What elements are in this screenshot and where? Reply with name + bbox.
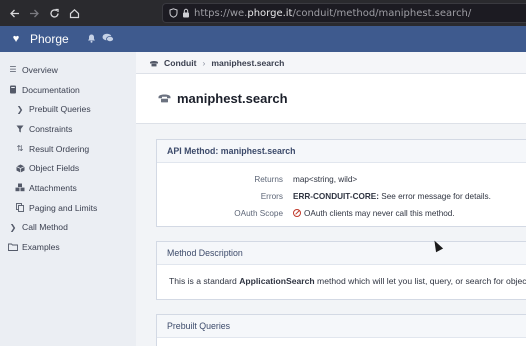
app-header: ♥ Phorge xyxy=(0,26,526,52)
errors-row: Errors ERR-CONDUIT-CORE: See error messa… xyxy=(157,188,526,205)
arrow-left-icon xyxy=(9,9,19,17)
lock-icon xyxy=(182,8,190,18)
errors-value: ERR-CONDUIT-CORE: See error message for … xyxy=(293,192,491,201)
forward-button[interactable] xyxy=(24,3,44,23)
chevron-right-icon: ❯ xyxy=(16,104,24,114)
sort-icon: ⇅ xyxy=(16,144,24,154)
filter-icon xyxy=(15,125,25,133)
url-path: /conduit/method/maniphest.search/ xyxy=(292,7,472,19)
app-name[interactable]: Phorge xyxy=(30,32,69,46)
errors-code: ERR-CONDUIT-CORE: xyxy=(293,192,379,201)
sidebar-item-documentation[interactable]: Documentation xyxy=(0,80,136,100)
sidebar-item-object-fields[interactable]: Object Fields xyxy=(0,158,136,178)
url-text: https://we.phorge.it/conduit/method/mani… xyxy=(194,8,471,19)
oauth-text: OAuth clients may never call this method… xyxy=(304,209,455,218)
method-description-heading: Method Description xyxy=(157,242,526,265)
oauth-value: OAuth clients may never call this method… xyxy=(293,209,455,218)
sidebar-item-label: Paging and Limits xyxy=(29,202,98,213)
shield-icon xyxy=(169,8,178,18)
arrow-right-icon xyxy=(29,9,39,17)
page-header: maniphest.search xyxy=(136,74,526,124)
api-method-heading: API Method: maniphest.search xyxy=(157,140,526,163)
cubes-icon xyxy=(15,183,25,192)
conduit-icon xyxy=(149,59,159,67)
address-bar[interactable]: https://we.phorge.it/conduit/method/mani… xyxy=(162,3,526,23)
returns-value: map<string, wild> xyxy=(293,175,358,184)
method-description-box: Method Description This is a standard Ap… xyxy=(156,241,526,300)
breadcrumb-current: maniphest.search xyxy=(211,57,285,68)
sidebar-item-prebuilt-queries[interactable]: ❯ Prebuilt Queries xyxy=(0,99,136,119)
sidebar-item-label: Documentation xyxy=(22,84,80,95)
sidebar-item-paging-and-limits[interactable]: Paging and Limits xyxy=(0,198,136,218)
sidebar-item-label: Prebuilt Queries xyxy=(29,104,91,115)
home-icon xyxy=(69,8,79,18)
sidebar-item-label: Examples xyxy=(22,242,60,253)
returns-label: Returns xyxy=(254,175,283,184)
chevron-right-icon: ❯ xyxy=(9,222,17,232)
folder-icon xyxy=(8,243,18,251)
oauth-row: OAuth Scope OAuth clients may never call… xyxy=(157,205,526,222)
sidebar-item-label: Result Ordering xyxy=(29,143,90,154)
reload-icon xyxy=(49,8,59,18)
reload-button[interactable] xyxy=(44,3,64,23)
book-icon xyxy=(8,85,18,94)
breadcrumb: Conduit › maniphest.search xyxy=(136,52,526,74)
desc-text-bold: ApplicationSearch xyxy=(239,276,315,286)
cube-icon xyxy=(15,164,25,173)
sidebar-item-call-method[interactable]: ❯ Call Method xyxy=(0,218,136,238)
errors-text: See error message for details. xyxy=(378,192,491,201)
sidebar-item-attachments[interactable]: Attachments xyxy=(0,178,136,198)
url-prefix: https://we. xyxy=(194,7,248,19)
forbidden-icon xyxy=(293,209,301,217)
main-content: Conduit › maniphest.search maniphest.sea… xyxy=(136,52,526,346)
method-description-text: This is a standard ApplicationSearch met… xyxy=(157,265,526,297)
sidebar-item-result-ordering[interactable]: ⇅ Result Ordering xyxy=(0,139,136,159)
oauth-label: OAuth Scope xyxy=(234,209,283,218)
telephone-icon xyxy=(158,92,171,106)
heart-logo-icon[interactable]: ♥ xyxy=(10,33,22,45)
desc-text-before: This is a standard xyxy=(169,276,240,286)
prebuilt-queries-box: Prebuilt Queries xyxy=(156,314,526,346)
returns-row: Returns map<string, wild> xyxy=(157,171,526,188)
sidebar-item-label: Overview xyxy=(22,64,58,75)
errors-label: Errors xyxy=(260,192,283,201)
chat-icon[interactable] xyxy=(102,33,114,46)
sidebar-item-label: Call Method xyxy=(22,222,68,233)
sidebar-item-examples[interactable]: Examples xyxy=(0,237,136,257)
home-button[interactable] xyxy=(64,3,84,23)
sidebar-item-label: Object Fields xyxy=(29,163,80,174)
back-button[interactable] xyxy=(4,3,24,23)
copy-icon xyxy=(15,203,25,213)
prebuilt-queries-heading: Prebuilt Queries xyxy=(157,315,526,338)
bell-icon[interactable] xyxy=(87,33,96,46)
sidebar-item-label: Attachments xyxy=(29,182,77,193)
url-domain: phorge.it xyxy=(247,7,293,19)
browser-toolbar: https://we.phorge.it/conduit/method/mani… xyxy=(0,0,526,26)
sidebar: ☰ Overview Documentation ❯ Prebuilt Quer… xyxy=(0,52,136,346)
sidebar-item-overview[interactable]: ☰ Overview xyxy=(0,60,136,80)
sidebar-item-label: Constraints xyxy=(29,123,73,134)
breadcrumb-conduit[interactable]: Conduit xyxy=(164,58,196,68)
page-title: maniphest.search xyxy=(177,91,288,106)
breadcrumb-separator: › xyxy=(202,57,206,68)
list-icon: ☰ xyxy=(9,65,17,75)
sidebar-item-constraints[interactable]: Constraints xyxy=(0,119,136,139)
desc-text-after: method which will let you list, query, o… xyxy=(317,276,526,286)
api-method-box: API Method: maniphest.search Returns map… xyxy=(156,139,526,227)
